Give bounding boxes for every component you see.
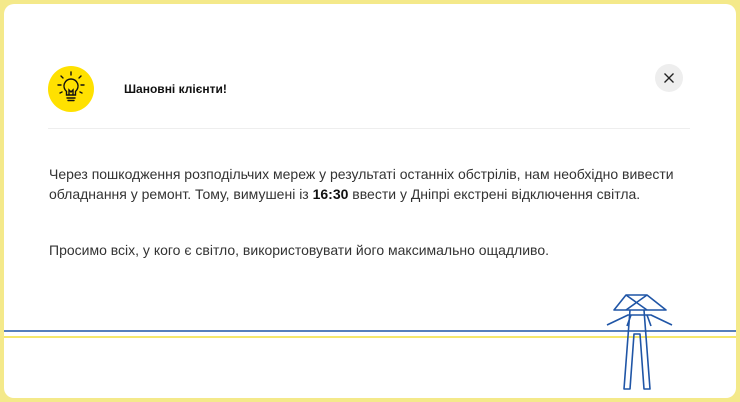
announcement-dialog: Шановні клієнти! Через пошкодження розпо… <box>4 4 736 398</box>
power-tower-icon <box>606 294 673 390</box>
power-line-decoration <box>4 294 736 390</box>
